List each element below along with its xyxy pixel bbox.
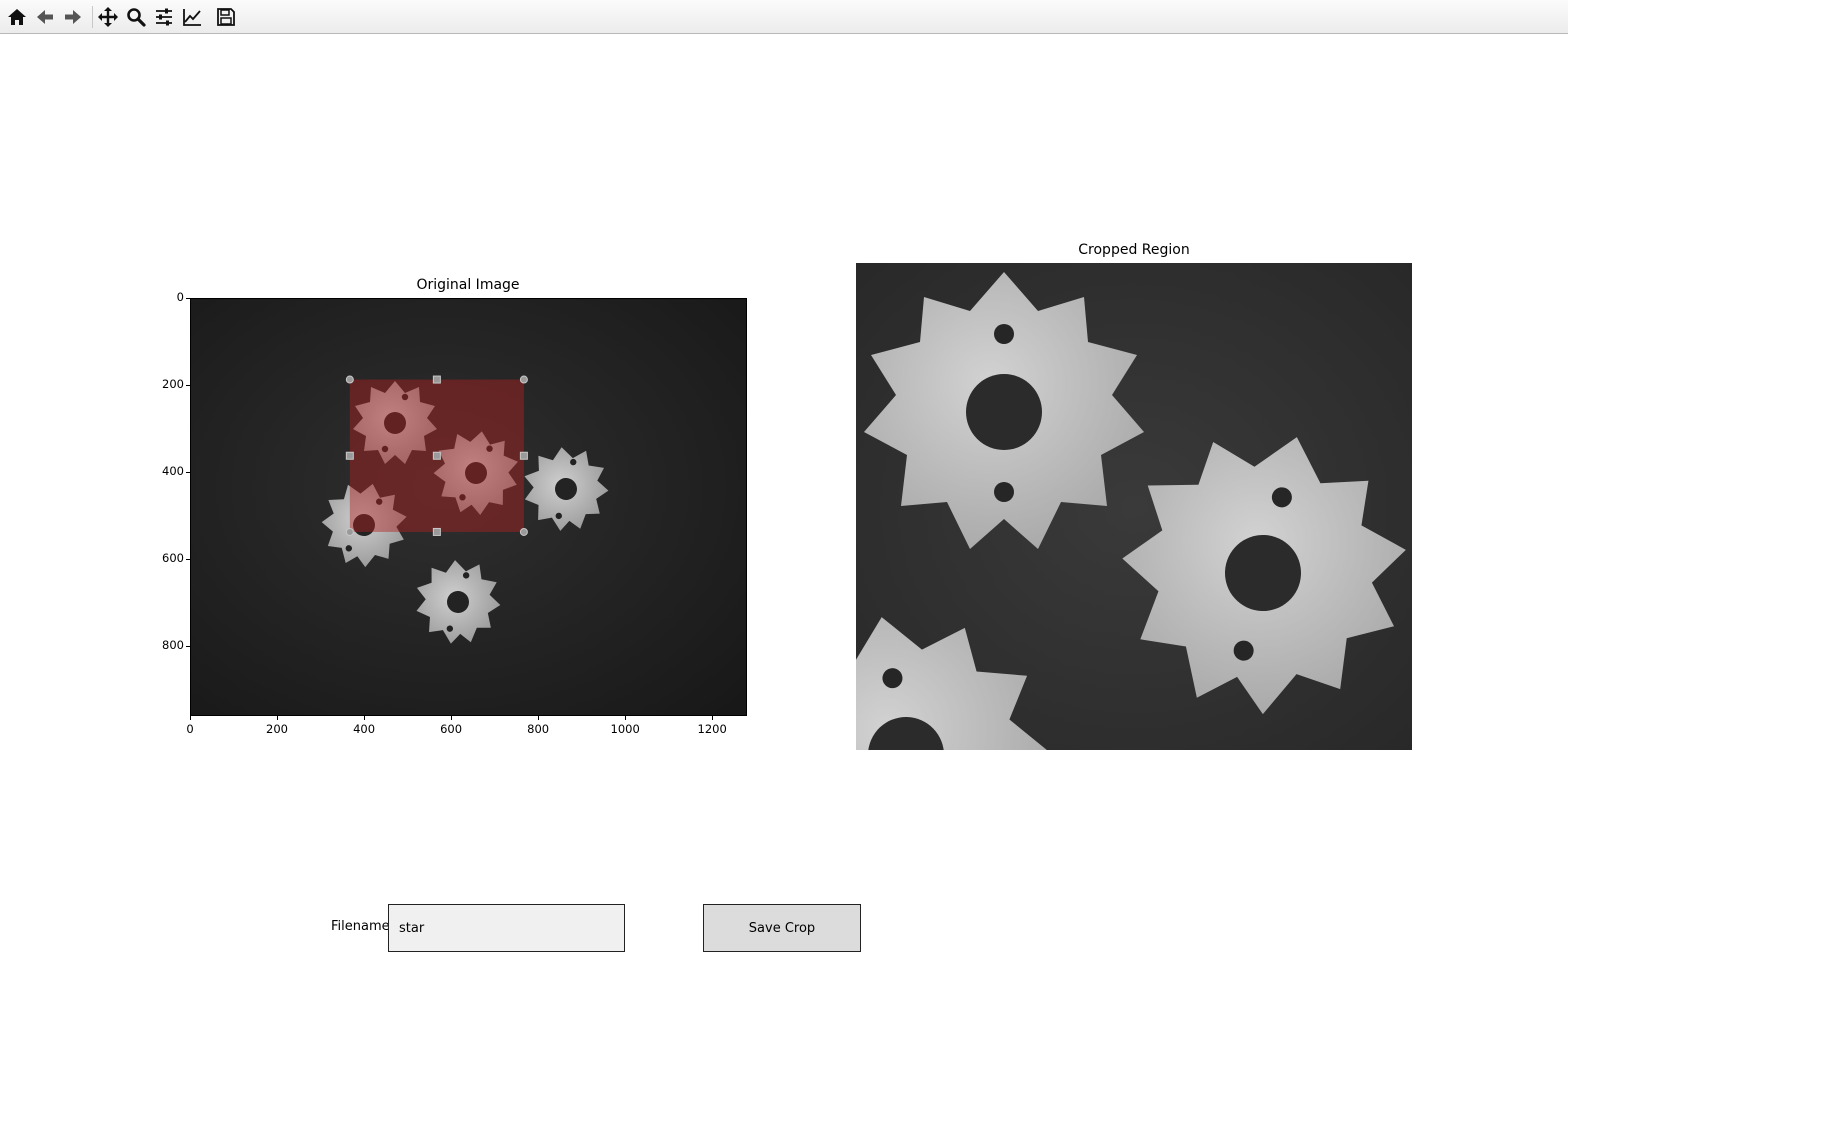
corner-handle[interactable] [345, 527, 354, 536]
x-tick-label: 400 [353, 722, 376, 736]
save-icon [217, 8, 235, 26]
corner-handle[interactable] [519, 375, 528, 384]
x-tick-mark [538, 716, 540, 720]
y-tick-mark [186, 646, 190, 648]
corner-handle[interactable] [519, 527, 528, 536]
y-tick-mark [186, 385, 190, 387]
y-tick-label: 0 [176, 290, 184, 304]
home-icon [8, 9, 26, 25]
toolbar-separator [92, 6, 93, 28]
x-tick-label: 800 [527, 722, 550, 736]
edge-handle[interactable] [345, 451, 354, 460]
edge-handle[interactable] [432, 527, 441, 536]
y-tick-label: 800 [162, 638, 184, 653]
zoom-button[interactable] [124, 5, 148, 29]
y-tick-mark [186, 472, 190, 474]
cropped-region-title: Cropped Region [1078, 242, 1190, 258]
y-tick-label: 600 [162, 551, 184, 566]
x-tick-label: 0 [186, 722, 194, 736]
forward-arrow-icon [65, 10, 81, 24]
filename-label: Filename [331, 919, 390, 934]
subplots-icon [156, 8, 172, 26]
save-figure-button[interactable] [214, 5, 238, 29]
edge-handle[interactable] [432, 375, 441, 384]
x-tick-mark [712, 716, 714, 720]
original-image [191, 299, 746, 715]
cropped-image [856, 263, 1412, 750]
customize-button[interactable] [180, 5, 204, 29]
x-tick-mark [625, 716, 627, 720]
customize-icon [183, 9, 201, 26]
back-arrow-icon [37, 10, 53, 24]
corner-handle[interactable] [345, 375, 354, 384]
pan-button[interactable] [96, 5, 120, 29]
y-tick-mark [186, 559, 190, 561]
edge-handle[interactable] [432, 451, 441, 460]
original-image-axes[interactable] [190, 298, 747, 716]
home-button[interactable] [5, 5, 29, 29]
save-crop-button[interactable]: Save Crop [703, 904, 861, 952]
x-tick-label: 1000 [610, 722, 640, 736]
y-tick-label: 400 [162, 464, 184, 479]
filename-input[interactable] [388, 904, 625, 952]
y-tick-label: 200 [162, 377, 184, 392]
toolbar [0, 0, 1568, 34]
x-tick-mark [190, 716, 191, 720]
pan-icon [98, 7, 118, 27]
x-tick-mark [451, 716, 453, 720]
back-button[interactable] [33, 5, 57, 29]
x-tick-label: 200 [266, 722, 288, 736]
edge-handle[interactable] [519, 451, 528, 460]
y-tick-mark [186, 298, 190, 299]
zoom-icon [127, 8, 146, 27]
x-tick-label: 600 [440, 722, 463, 736]
x-tick-label: 1200 [697, 722, 727, 736]
subplots-button[interactable] [152, 5, 176, 29]
cropped-region-axes[interactable] [856, 263, 1412, 750]
x-tick-mark [277, 716, 279, 720]
x-tick-mark [364, 716, 366, 720]
forward-button[interactable] [61, 5, 85, 29]
original-image-title: Original Image [416, 277, 520, 293]
